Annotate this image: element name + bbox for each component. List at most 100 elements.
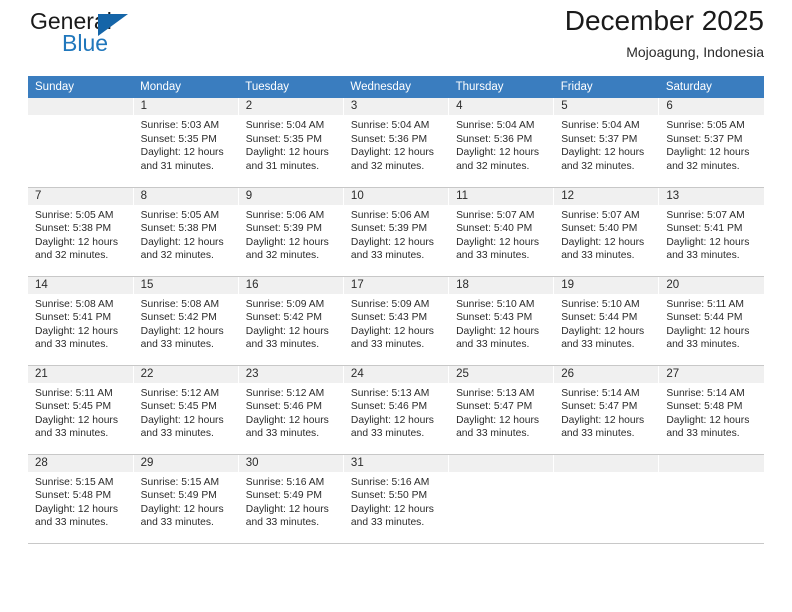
daylight-text: Daylight: 12 hours and 33 minutes. [35, 414, 118, 440]
sunrise-text: Sunrise: 5:06 AM [350, 209, 430, 221]
day-details: Sunrise: 5:11 AM Sunset: 5:45 PM Daylight:… [28, 383, 133, 441]
daylight-text: Daylight: 12 hours and 33 minutes. [350, 503, 434, 529]
daylight-text: Daylight: 12 hours and 33 minutes. [456, 325, 540, 351]
sunset-text: Sunset: 5:38 PM [140, 223, 217, 235]
calendar-day-cell[interactable]: 1 Sunrise: 5:03 AM Sunset: 5:35 PM Daylight… [133, 98, 239, 188]
sunrise-text: Sunrise: 5:04 AM [350, 120, 430, 131]
day-details: Sunrise: 5:04 AM Sunset: 5:35 PM Daylight:… [239, 115, 343, 173]
calendar-day-cell[interactable]: 15 Sunrise: 5:08 AM Sunset: 5:42 PM Dayligh… [133, 276, 239, 366]
daylight-text: Daylight: 12 hours and 31 minutes. [245, 147, 329, 172]
calendar-day-cell[interactable]: 12 Sunrise: 5:07 AM Sunset: 5:40 PM Dayligh… [553, 187, 660, 277]
day-number: 19 [554, 276, 659, 294]
sunset-text: Sunset: 5:42 PM [140, 312, 217, 324]
sunrise-text: Sunrise: 5:04 AM [245, 120, 325, 131]
calendar-day-cell[interactable]: 24 Sunrise: 5:13 AM Sunset: 5:46 PM Dayligh… [343, 365, 450, 455]
daylight-text: Daylight: 12 hours and 31 minutes. [140, 147, 224, 172]
sunrise-text: Sunrise: 5:09 AM [350, 298, 430, 310]
sunrise-text: Sunrise: 5:05 AM [666, 120, 745, 131]
day-number: 17 [343, 276, 449, 294]
day-details: Sunrise: 5:04 AM Sunset: 5:36 PM Daylight:… [449, 115, 553, 173]
sunrise-text: Sunrise: 5:04 AM [456, 120, 535, 131]
daylight-text: Daylight: 12 hours and 33 minutes. [561, 236, 645, 262]
calendar-day-cell[interactable]: 8 Sunrise: 5:05 AM Sunset: 5:38 PM Daylight… [133, 187, 239, 277]
calendar-day-cell[interactable]: 23 Sunrise: 5:12 AM Sunset: 5:46 PM Dayligh… [238, 365, 344, 455]
sunset-text: Sunset: 5:47 PM [456, 401, 533, 413]
day-details: Sunrise: 5:10 AM Sunset: 5:43 PM Daylight:… [449, 294, 553, 352]
day-details: Sunrise: 5:13 AM Sunset: 5:46 PM Daylight:… [344, 383, 448, 441]
daylight-text: Daylight: 12 hours and 33 minutes. [35, 503, 118, 529]
sunrise-text: Sunrise: 5:08 AM [35, 298, 114, 310]
sunrise-text: Sunrise: 5:04 AM [561, 120, 640, 131]
calendar-week-row: 14 Sunrise: 5:08 AM Sunset: 5:41 PM Dayligh… [28, 276, 764, 366]
day-details: Sunrise: 5:06 AM Sunset: 5:39 PM Daylight:… [239, 205, 343, 263]
sunrise-text: Sunrise: 5:08 AM [140, 298, 220, 310]
day-details: Sunrise: 5:07 AM Sunset: 5:40 PM Daylight:… [449, 205, 553, 263]
day-number: 27 [659, 365, 764, 383]
day-number: 26 [554, 365, 659, 383]
title-block: December 2025 Mojoagung, Indonesia [565, 2, 764, 62]
calendar-day-cell[interactable]: 25 Sunrise: 5:13 AM Sunset: 5:47 PM Dayligh… [448, 365, 555, 455]
daylight-text: Daylight: 12 hours and 33 minutes. [456, 414, 540, 440]
calendar-day-cell[interactable]: 30 Sunrise: 5:16 AM Sunset: 5:49 PM Dayligh… [238, 454, 344, 544]
calendar-day-cell[interactable]: 9 Sunrise: 5:06 AM Sunset: 5:39 PM Daylight… [238, 187, 344, 277]
calendar-day-cell[interactable]: 20 Sunrise: 5:11 AM Sunset: 5:44 PM Dayligh… [658, 276, 764, 366]
day-number: 5 [554, 98, 659, 115]
calendar-day-cell[interactable]: 22 Sunrise: 5:12 AM Sunset: 5:45 PM Dayligh… [133, 365, 239, 455]
calendar-grid: Sunday Monday Tuesday Wednesday Thursday Frid… [28, 76, 764, 544]
sunset-text: Sunset: 5:49 PM [140, 490, 217, 502]
sunset-text: Sunset: 5:39 PM [350, 223, 428, 235]
sunset-text: Sunset: 5:36 PM [350, 133, 428, 145]
sunset-text: Sunset: 5:40 PM [456, 223, 533, 235]
calendar-day-cell[interactable]: 17 Sunrise: 5:09 AM Sunset: 5:43 PM Dayligh… [343, 276, 450, 366]
calendar-day-cell[interactable]: 27 Sunrise: 5:14 AM Sunset: 5:48 PM Dayligh… [658, 365, 764, 455]
sunrise-text: Sunrise: 5:10 AM [456, 298, 535, 310]
calendar-day-cell[interactable]: 4 Sunrise: 5:04 AM Sunset: 5:36 PM Daylight… [448, 98, 555, 188]
day-number: 10 [343, 187, 449, 205]
calendar-day-cell[interactable]: 18 Sunrise: 5:10 AM Sunset: 5:43 PM Dayligh… [448, 276, 555, 366]
day-details: Sunrise: 5:08 AM Sunset: 5:42 PM Daylight:… [134, 294, 238, 352]
sunrise-text: Sunrise: 5:15 AM [35, 476, 114, 488]
calendar-day-cell[interactable]: 6 Sunrise: 5:05 AM Sunset: 5:37 PM Daylight… [658, 98, 764, 188]
sunrise-text: Sunrise: 5:16 AM [350, 476, 430, 488]
sunrise-text: Sunrise: 5:12 AM [140, 387, 220, 399]
day-details: Sunrise: 5:07 AM Sunset: 5:40 PM Daylight:… [554, 205, 658, 263]
day-details: Sunrise: 5:05 AM Sunset: 5:37 PM Daylight:… [659, 115, 764, 173]
calendar-week-row: 1 Sunrise: 5:03 AM Sunset: 5:35 PM Daylight… [28, 98, 764, 188]
day-number: 15 [133, 276, 238, 294]
daylight-text: Daylight: 12 hours and 32 minutes. [140, 236, 224, 262]
calendar-day-cell[interactable]: 14 Sunrise: 5:08 AM Sunset: 5:41 PM Dayligh… [28, 276, 134, 366]
calendar-day-cell[interactable]: 2 Sunrise: 5:04 AM Sunset: 5:35 PM Daylight… [238, 98, 344, 188]
calendar-day-cell[interactable]: 10 Sunrise: 5:06 AM Sunset: 5:39 PM Dayligh… [343, 187, 450, 277]
daylight-text: Daylight: 12 hours and 33 minutes. [666, 414, 750, 440]
sunset-text: Sunset: 5:49 PM [245, 490, 322, 502]
sunset-text: Sunset: 5:39 PM [245, 223, 322, 235]
day-number: 28 [28, 454, 133, 472]
day-details: Sunrise: 5:03 AM Sunset: 5:35 PM Daylight:… [134, 115, 238, 173]
calendar-day-cell[interactable]: 16 Sunrise: 5:09 AM Sunset: 5:42 PM Dayligh… [238, 276, 344, 366]
calendar-day-cell[interactable]: 13 Sunrise: 5:07 AM Sunset: 5:41 PM Dayligh… [658, 187, 764, 277]
weekday-header-wednesday: Wednesday [343, 76, 449, 98]
day-details: Sunrise: 5:13 AM Sunset: 5:47 PM Daylight:… [449, 383, 553, 441]
weekday-header-thursday: Thursday [448, 76, 554, 98]
daylight-text: Daylight: 12 hours and 33 minutes. [140, 503, 224, 529]
calendar-day-cell[interactable]: 11 Sunrise: 5:07 AM Sunset: 5:40 PM Dayligh… [448, 187, 555, 277]
calendar-day-cell[interactable]: 31 Sunrise: 5:16 AM Sunset: 5:50 PM Dayligh… [343, 454, 450, 544]
day-number: 13 [659, 187, 764, 205]
daylight-text: Daylight: 12 hours and 33 minutes. [140, 325, 224, 351]
calendar-day-cell[interactable]: 19 Sunrise: 5:10 AM Sunset: 5:44 PM Dayligh… [553, 276, 660, 366]
calendar-day-cell[interactable]: 28 Sunrise: 5:15 AM Sunset: 5:48 PM Dayligh… [28, 454, 134, 544]
calendar-day-cell[interactable]: 3 Sunrise: 5:04 AM Sunset: 5:36 PM Daylight… [343, 98, 450, 188]
sunset-text: Sunset: 5:35 PM [140, 133, 217, 145]
daylight-text: Daylight: 12 hours and 33 minutes. [456, 236, 540, 262]
calendar-day-cell[interactable]: 29 Sunrise: 5:15 AM Sunset: 5:49 PM Dayligh… [133, 454, 239, 544]
page-subtitle: Mojoagung, Indonesia [626, 44, 764, 60]
sunset-text: Sunset: 5:44 PM [561, 312, 638, 324]
day-number: 12 [554, 187, 659, 205]
sunrise-text: Sunrise: 5:09 AM [245, 298, 325, 310]
day-number: 29 [133, 454, 238, 472]
calendar-day-cell[interactable]: 7 Sunrise: 5:05 AM Sunset: 5:38 PM Daylight… [28, 187, 134, 277]
calendar-day-cell[interactable]: 21 Sunrise: 5:11 AM Sunset: 5:45 PM Dayligh… [28, 365, 134, 455]
calendar-day-cell[interactable]: 26 Sunrise: 5:14 AM Sunset: 5:47 PM Dayligh… [553, 365, 660, 455]
calendar-day-cell[interactable]: 5 Sunrise: 5:04 AM Sunset: 5:37 PM Daylight… [553, 98, 660, 188]
general-blue-logo[interactable]: General Blue [30, 8, 180, 68]
